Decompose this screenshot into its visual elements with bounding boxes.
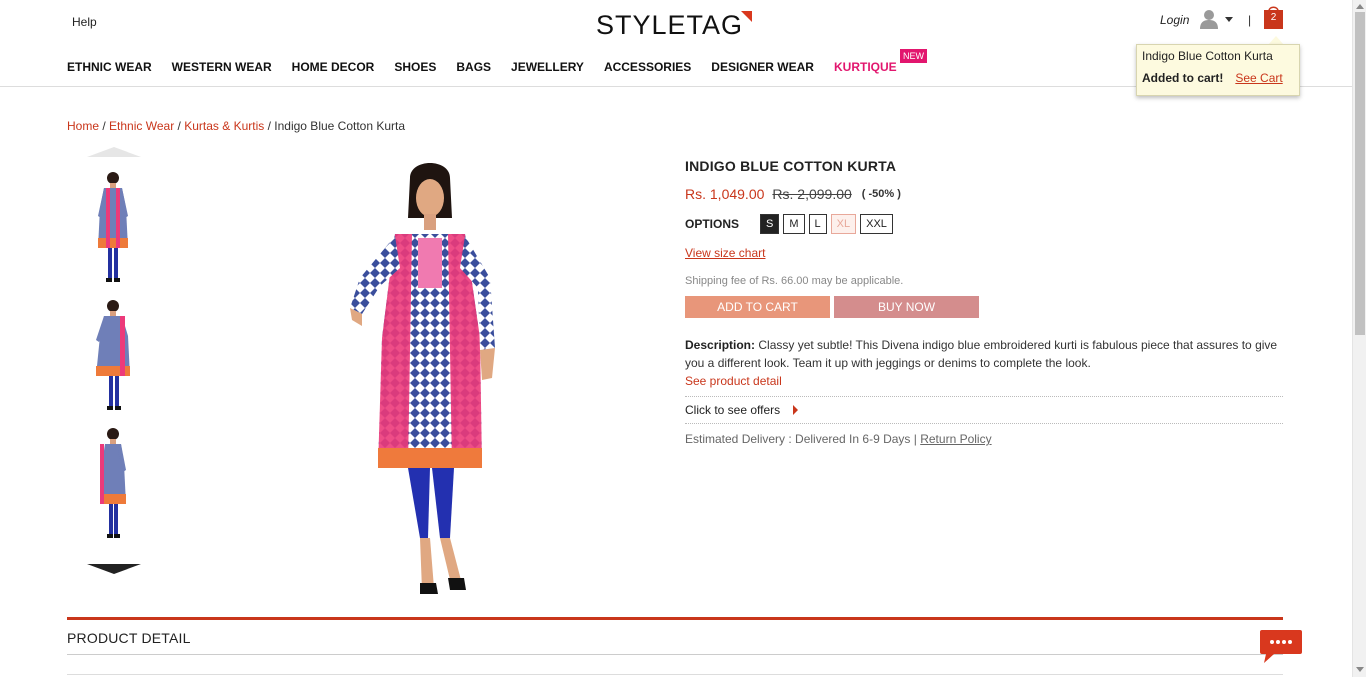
- section-divider: [67, 617, 1283, 620]
- section-divider: [67, 654, 1283, 655]
- nav-home-decor[interactable]: HOME DECOR: [292, 60, 375, 74]
- size-option-xl: XL: [830, 214, 857, 234]
- size-option-xxl[interactable]: XXL: [860, 214, 893, 234]
- main-nav: ETHNIC WEAR WESTERN WEAR HOME DECOR SHOE…: [67, 60, 897, 74]
- logo-text: STYLETAG: [596, 10, 744, 40]
- product-detail-heading[interactable]: PRODUCT DETAIL: [67, 630, 191, 646]
- login-link[interactable]: Login: [1160, 13, 1189, 27]
- return-policy-link[interactable]: Return Policy: [920, 432, 991, 446]
- vertical-scrollbar[interactable]: [1352, 0, 1366, 677]
- nav-bags[interactable]: BAGS: [456, 60, 491, 74]
- nav-shoes[interactable]: SHOES: [394, 60, 436, 74]
- nav-designer-wear[interactable]: DESIGNER WEAR: [711, 60, 814, 74]
- scroll-up-icon[interactable]: [1356, 4, 1364, 9]
- product-thumbnail-2[interactable]: [84, 296, 142, 414]
- nav-jewellery[interactable]: JEWELLERY: [511, 60, 584, 74]
- delivery-text: Estimated Delivery : Delivered In 6-9 Da…: [685, 432, 917, 446]
- nav-kurtique[interactable]: KURTIQUE: [834, 60, 897, 74]
- user-icon[interactable]: [1200, 9, 1218, 29]
- delivery-info: Estimated Delivery : Delivered In 6-9 Da…: [685, 432, 1283, 446]
- help-link[interactable]: Help: [72, 15, 97, 29]
- offers-label: Click to see offers: [685, 403, 781, 417]
- add-to-cart-button[interactable]: ADD TO CART: [685, 296, 830, 318]
- breadcrumb-separator: /: [102, 119, 106, 133]
- shipping-note: Shipping fee of Rs. 66.00 may be applica…: [685, 275, 904, 287]
- scrollbar-thumb[interactable]: [1355, 12, 1365, 335]
- see-product-detail-link[interactable]: See product detail: [685, 372, 1283, 390]
- description-text: Classy yet subtle! This Divena indigo bl…: [685, 338, 1278, 370]
- popup-row: Added to cart! See Cart: [1142, 71, 1294, 85]
- nav-accessories[interactable]: ACCESSORIES: [604, 60, 691, 74]
- product-title: INDIGO BLUE COTTON KURTA: [685, 158, 897, 174]
- breadcrumb-separator: /: [267, 119, 271, 133]
- options-label: OPTIONS: [685, 217, 740, 231]
- original-price: Rs. 2,099.00: [772, 186, 852, 202]
- arrow-down-icon[interactable]: [87, 564, 141, 574]
- size-option-m[interactable]: M: [783, 214, 805, 234]
- discount-label: ( -50% ): [861, 188, 901, 200]
- cart-count-badge: 2: [1270, 12, 1277, 23]
- see-cart-link[interactable]: See Cart: [1235, 71, 1282, 85]
- styletag-logo[interactable]: STYLETAG: [596, 10, 753, 40]
- nav-western-wear[interactable]: WESTERN WEAR: [172, 60, 272, 74]
- added-to-cart-popup: Indigo Blue Cotton Kurta Added to cart! …: [1136, 44, 1300, 96]
- nav-ethnic-wear[interactable]: ETHNIC WEAR: [67, 60, 152, 74]
- view-size-chart-link[interactable]: View size chart: [685, 246, 765, 260]
- offers-toggle[interactable]: Click to see offers: [685, 396, 1283, 424]
- popup-added-text: Added to cart!: [1142, 71, 1224, 85]
- breadcrumb-ethnic-wear[interactable]: Ethnic Wear: [109, 119, 174, 133]
- product-thumbnail-1[interactable]: [84, 168, 142, 286]
- popup-product-name: Indigo Blue Cotton Kurta: [1142, 49, 1273, 63]
- breadcrumb-kurtas[interactable]: Kurtas & Kurtis: [184, 119, 264, 133]
- section-divider: [67, 674, 1283, 675]
- size-option-s[interactable]: S: [760, 214, 780, 234]
- chevron-down-icon[interactable]: [1225, 17, 1233, 22]
- description-label: Description:: [685, 338, 756, 352]
- logo-corner-mark: [741, 11, 753, 22]
- sale-price: Rs. 1,049.00: [685, 186, 765, 202]
- chat-icon[interactable]: [1258, 628, 1304, 666]
- scroll-down-icon[interactable]: [1356, 667, 1364, 672]
- new-badge: NEW: [900, 49, 927, 63]
- buy-now-button[interactable]: BUY NOW: [834, 296, 979, 318]
- size-list: S M L XL XXL: [760, 214, 893, 234]
- breadcrumb-home[interactable]: Home: [67, 119, 99, 133]
- product-thumbnail-3[interactable]: [84, 424, 142, 542]
- action-buttons: ADD TO CART BUY NOW: [685, 296, 1283, 318]
- product-description: Description: Classy yet subtle! This Div…: [685, 336, 1283, 372]
- caret-right-icon: [793, 405, 799, 415]
- breadcrumb-separator: /: [177, 119, 181, 133]
- header-separator: |: [1248, 13, 1252, 27]
- breadcrumb: Home / Ethnic Wear / Kurtas & Kurtis / I…: [67, 119, 405, 133]
- product-main-image[interactable]: [340, 158, 510, 600]
- page: Help STYLETAG Login | 2 ETHNIC WEAR WEST…: [0, 0, 1366, 677]
- size-option-l[interactable]: L: [808, 214, 827, 234]
- price-row: Rs. 1,049.00 Rs. 2,099.00 ( -50% ): [685, 186, 1283, 202]
- breadcrumb-current: Indigo Blue Cotton Kurta: [274, 119, 406, 133]
- arrow-up-icon[interactable]: [87, 147, 141, 157]
- size-options: OPTIONS S M L XL XXL: [685, 214, 1283, 234]
- product-info: INDIGO BLUE COTTON KURTA Rs. 1,049.00 Rs…: [685, 158, 1283, 446]
